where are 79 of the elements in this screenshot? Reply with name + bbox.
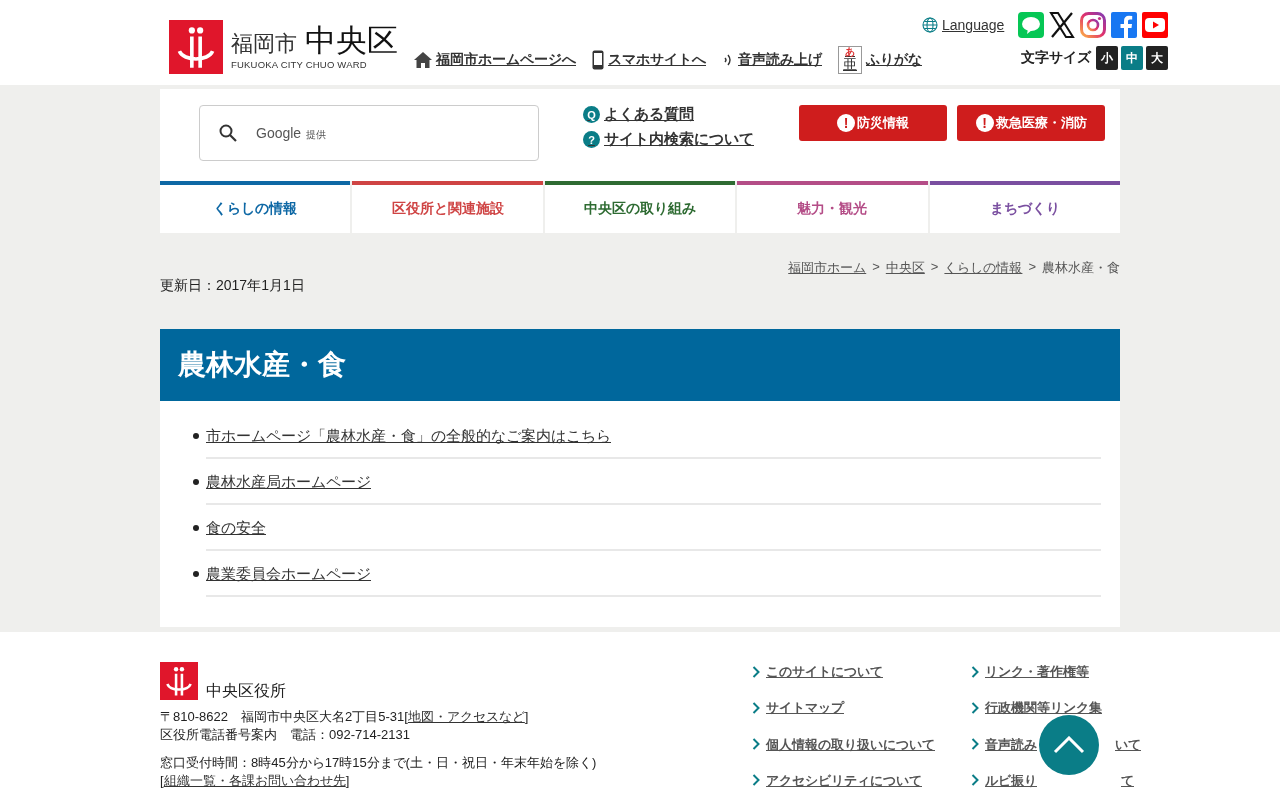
header-link[interactable]: 福岡市ホームページへ <box>414 46 576 74</box>
footer-link[interactable]: アクセシビリティについて <box>766 772 922 788</box>
breadcrumb-link[interactable]: 福岡市ホーム <box>788 259 867 277</box>
exclamation-icon: ! <box>975 114 994 132</box>
map-link[interactable]: 地図・アクセスなど <box>407 708 525 726</box>
footer-link[interactable]: サイトマップ <box>766 700 844 716</box>
search-icon <box>218 123 238 143</box>
smartphone-icon <box>592 50 604 70</box>
office-hours: 窓口受付時間：8時45分から17時15分まで(土・日・祝日・年末年始を除く) <box>160 754 597 772</box>
footer-link[interactable]: 行政機関等リンク集 <box>985 700 1102 716</box>
font-size-label: 文字サイズ <box>1021 49 1092 67</box>
bracket: [ <box>160 772 164 790</box>
back-to-top-button[interactable] <box>1039 715 1099 775</box>
bracket: ] <box>524 708 529 726</box>
chevron-icon <box>752 665 760 678</box>
breadcrumb-link[interactable]: くらしの情報 <box>944 259 1023 277</box>
footer-link[interactable]: て <box>1121 772 1134 788</box>
nav-tab[interactable]: 魅力・観光 <box>737 181 928 233</box>
page-title: 農林水産・食 <box>160 329 1120 401</box>
bracket: ] <box>345 772 350 790</box>
language-link[interactable]: Language <box>922 17 1005 33</box>
x-icon[interactable] <box>1049 12 1076 38</box>
chevron-icon <box>971 665 979 678</box>
updated-date: 更新日：2017年1月1日 <box>160 277 306 295</box>
chevron-icon <box>752 701 760 714</box>
footer-link[interactable]: ルビ振り <box>985 772 1037 788</box>
logo-subtitle: FUKUOKA CITY CHUO WARD <box>231 59 368 70</box>
footer-link[interactable]: このサイトについて <box>766 664 883 680</box>
exclamation-icon: ! <box>837 114 855 132</box>
footer-link[interactable]: 個人情報の取り扱いについて <box>766 736 935 752</box>
breadcrumb-link[interactable]: 中央区 <box>885 259 925 277</box>
play-icon[interactable] <box>1142 12 1169 38</box>
help-icon: Q <box>583 106 600 123</box>
ruby-icon: あ 亜 <box>838 46 862 74</box>
footer-link[interactable]: リンク・著作権等 <box>985 664 1089 680</box>
nav-tab[interactable]: まちづくり <box>929 181 1120 233</box>
nav-tab[interactable]: 区役所と関連施設 <box>352 181 543 233</box>
breadcrumb-current: 農林水産・食 <box>1042 259 1120 277</box>
bullet-icon <box>193 433 199 439</box>
camera-icon[interactable] <box>1080 12 1107 38</box>
chevron-icon <box>752 738 760 751</box>
content-link[interactable]: 農林水産局ホームページ <box>206 472 371 492</box>
font-size-button[interactable]: 中 <box>1121 46 1144 70</box>
font-size-button[interactable]: 小 <box>1096 46 1119 70</box>
content-link[interactable]: 市ホームページ「農林水産・食」の全般的なご案内はこちら <box>206 426 611 446</box>
bullet-icon <box>193 571 199 577</box>
ward-name: 中央区 <box>305 24 398 58</box>
font-size-button[interactable]: 大 <box>1146 46 1169 70</box>
bullet-icon <box>193 525 199 531</box>
content-link[interactable]: 食の安全 <box>206 518 266 538</box>
help-icon: ? <box>583 131 600 148</box>
office-name: 中央区役所 <box>206 682 286 700</box>
breadcrumb-separator: > <box>872 259 880 276</box>
bracket: [ <box>404 708 408 726</box>
f-icon[interactable] <box>1111 12 1138 38</box>
chevron-up-icon <box>1053 736 1085 754</box>
sound-wave-icon <box>722 52 734 68</box>
office-address: 〒810-8622 福岡市中央区大名2丁目5-31 <box>160 708 405 726</box>
chevron-icon <box>971 774 979 787</box>
search-field[interactable]: Google 提供 <box>199 105 539 161</box>
city-name: 福岡市 <box>231 30 297 58</box>
city-logo-icon <box>169 20 223 74</box>
house-icon <box>414 52 432 68</box>
city-logo-icon <box>160 662 198 700</box>
footer-link[interactable]: いて <box>1115 736 1141 752</box>
breadcrumb-separator: > <box>1028 259 1036 276</box>
chevron-icon <box>971 738 979 751</box>
breadcrumb-separator: > <box>930 259 939 276</box>
footer-link[interactable]: 音声読み <box>985 736 1037 752</box>
office-phone: 区役所電話番号案内 電話：092-714-2131 <box>160 726 411 744</box>
bullet-icon <box>193 479 199 485</box>
alert-button[interactable]: ! 救急医療・消防 <box>957 105 1105 141</box>
nav-tab[interactable]: くらしの情報 <box>160 181 351 233</box>
nav-tab[interactable]: 中央区の取り組み <box>544 181 736 233</box>
content-link[interactable]: 農業委員会ホームページ <box>206 564 371 584</box>
chevron-icon <box>971 701 979 714</box>
globe-icon <box>922 17 938 33</box>
alert-button[interactable]: ! 防災情報 <box>799 105 947 141</box>
chevron-icon <box>752 774 760 787</box>
